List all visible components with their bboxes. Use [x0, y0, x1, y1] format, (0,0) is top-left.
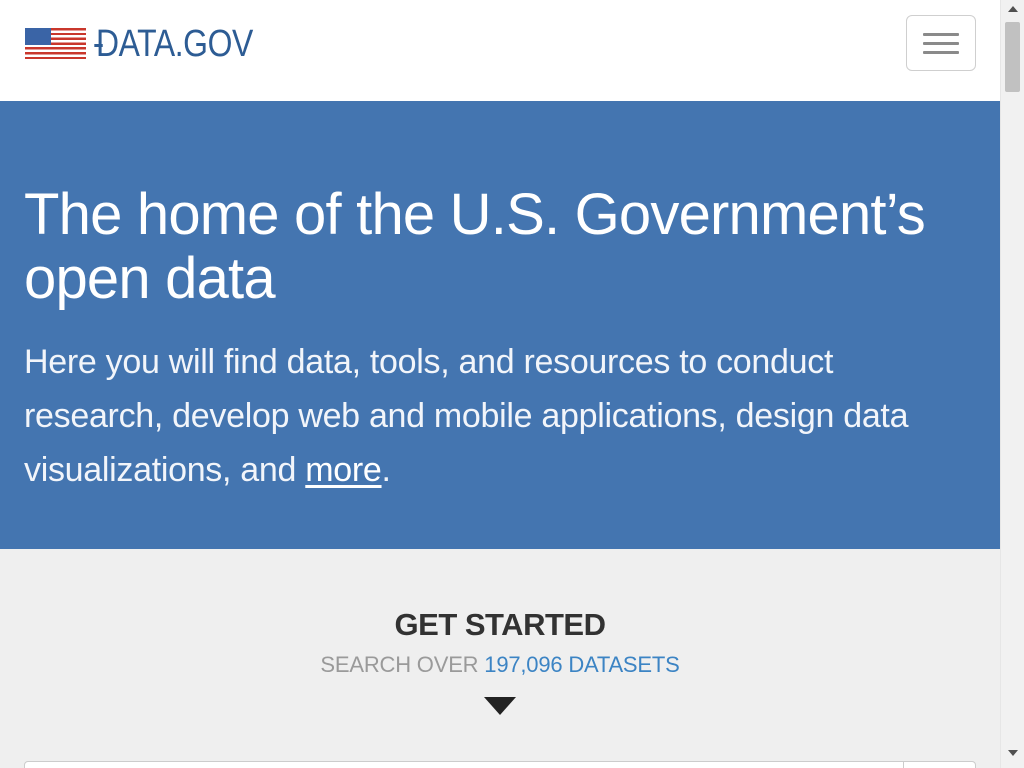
dataset-count-link[interactable]: 197,096 DATASETS	[484, 652, 680, 677]
dataset-search-input[interactable]	[24, 761, 976, 768]
hamburger-menu-icon[interactable]	[906, 15, 976, 71]
hero-description-text: Here you will find data, tools, and reso…	[24, 343, 909, 489]
more-link[interactable]: more	[305, 451, 382, 489]
hero-description-period: .	[381, 451, 391, 489]
us-flag-icon	[25, 24, 86, 64]
logo-text: DATA.GOV	[96, 23, 253, 65]
datagov-logo-link[interactable]: DATA.GOV	[25, 24, 283, 64]
hero-description: Here you will find data, tools, and reso…	[24, 335, 964, 497]
search-subtitle-prefix: SEARCH OVER	[320, 652, 479, 677]
hero-title: The home of the U.S. Government’s open d…	[24, 182, 926, 311]
search-subtitle: SEARCH OVER 197,096 DATASETS	[0, 652, 1000, 678]
page-scrollbar[interactable]	[1000, 0, 1024, 768]
get-started-section: GET STARTED SEARCH OVER 197,096 DATASETS	[0, 549, 1000, 768]
get-started-title: GET STARTED	[394, 607, 606, 642]
page: DATA.GOV The home of the U.S. Government…	[0, 0, 1000, 768]
hero-banner: The home of the U.S. Government’s open d…	[0, 101, 1000, 549]
scroll-up-arrow-icon[interactable]	[1008, 6, 1018, 12]
scrollbar-thumb[interactable]	[1005, 22, 1020, 92]
site-header: DATA.GOV	[0, 0, 1000, 101]
search-button[interactable]	[903, 761, 976, 768]
caret-down-icon	[484, 697, 516, 715]
scroll-down-arrow-icon[interactable]	[1008, 750, 1018, 756]
logo-wordmark: DATA.GOV	[94, 23, 253, 65]
